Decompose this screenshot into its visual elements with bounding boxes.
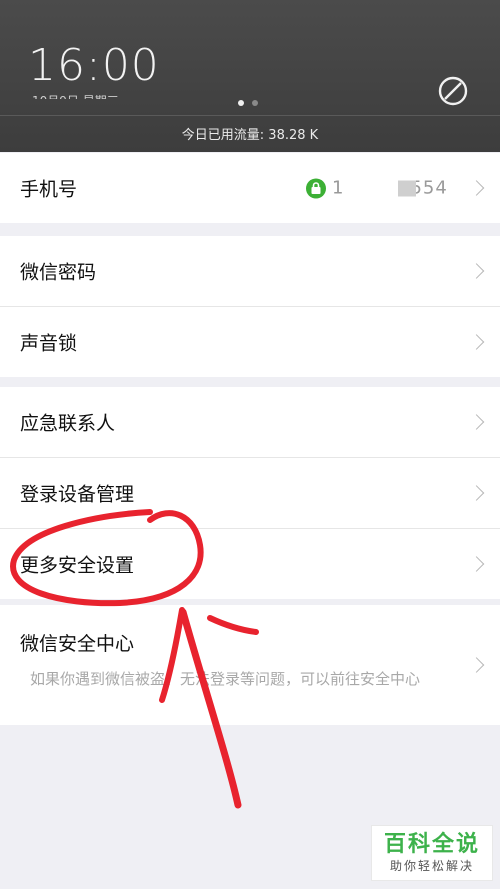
lock-icon [306,178,326,198]
row-label: 声音锁 [20,332,78,355]
page-dot [252,100,258,106]
row-wechat-password[interactable]: 微信密码 [0,236,500,307]
row-label: 更多安全设置 [20,554,135,577]
row-login-devices[interactable]: 登录设备管理 [0,458,500,529]
page-dot-active [238,100,244,106]
group-security: 应急联系人 登录设备管理 更多安全设置 [0,387,500,599]
chevron-right-icon [468,334,485,350]
row-voice-lock[interactable]: 声音锁 [0,307,500,377]
row-label: 微信密码 [20,261,97,284]
notification-shade: 16:00 10月9日 星期三 今日已用流量: 38.28 K [0,0,500,152]
date-label: 10月9日 星期三 [32,92,119,99]
row-label: 登录设备管理 [20,483,135,506]
phone-value: 1 [306,178,343,199]
row-label: 微信安全中心 [20,633,135,655]
group-credentials: 微信密码 声音锁 [0,236,500,377]
page-indicator [238,100,258,106]
data-usage-label: 今日已用流量: 38.28 K [181,128,319,143]
chevron-right-icon [468,414,485,430]
shade-divider [0,115,500,116]
chevron-right-icon [468,657,485,673]
row-phone-number[interactable]: 手机号 1 3554 [0,153,500,223]
row-security-center[interactable]: 微信安全中心 如果你遇到微信被盗、无法登录等问题，可以前往安全中心 [0,605,500,725]
chevron-right-icon [468,180,485,196]
chevron-right-icon [468,556,485,572]
watermark-logo: 百科全说 助你轻松解决 [371,825,493,881]
settings-icon[interactable] [436,74,470,108]
row-label: 手机号 [20,178,78,201]
row-more-security-settings[interactable]: 更多安全设置 [0,529,500,599]
phone-suffix: 3554 [398,177,448,199]
chevron-right-icon [468,263,485,279]
phone-prefix: 1 [332,177,344,199]
group-phone: 手机号 1 3554 [0,153,500,223]
chevron-right-icon [468,485,485,501]
watermark-subtitle: 助你轻松解决 [389,859,474,873]
row-label: 应急联系人 [20,412,116,435]
row-description: 如果你遇到微信被盗、无法登录等问题，可以前往安全中心 [30,670,421,688]
watermark-title: 百科全说 [383,832,480,857]
clock: 16:00 [28,40,160,91]
group-security-center: 微信安全中心 如果你遇到微信被盗、无法登录等问题，可以前往安全中心 [0,605,500,725]
row-emergency-contacts[interactable]: 应急联系人 [0,387,500,458]
